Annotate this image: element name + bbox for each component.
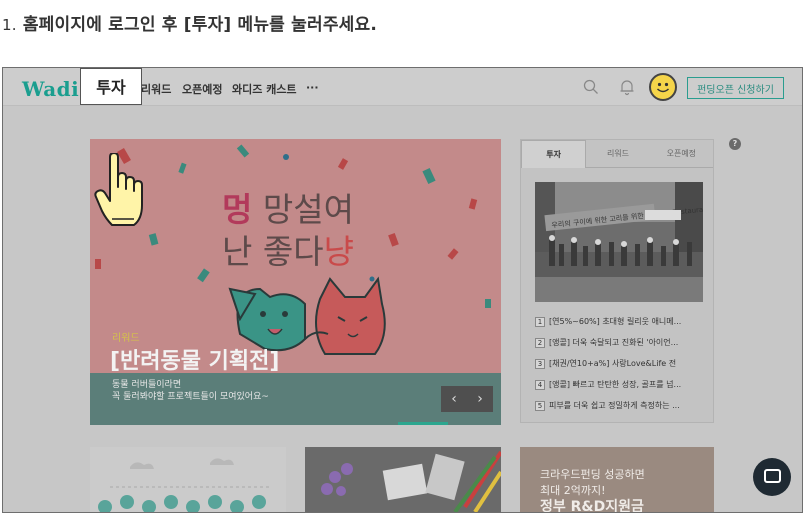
smiley-icon [656,82,670,93]
hero-title: 멍 망설여 난 좋다냥 [222,189,354,273]
hero-title-line-1: 망설여 [252,190,354,229]
nav-wadiz-cast[interactable]: 와디즈 캐스트 [232,81,297,97]
hero-desc-line-2: 꼭 둘러봐야할 프로젝트들이 모여있어요~ [112,392,269,402]
next-arrow-icon[interactable]: › [477,391,483,407]
promo-line-2: 최대 2억까지! [540,484,606,497]
nav-more[interactable]: ··· [306,81,319,94]
rank-number: 2 [535,337,545,348]
promo-card-1[interactable] [90,447,286,512]
rank-title: 피부를 더욱 쉽고 정밀하게 측정하는 ... [549,401,680,410]
rank-title: [채권/연10+a%] 사랑Love&Life 전 [549,359,677,368]
step-text: 홈페이지에 로그인 후 [투자] 메뉴를 눌러주세요. [22,15,377,35]
hero-carousel-controls: ‹ › [441,386,493,412]
tab-reward[interactable]: 리워드 [586,140,650,168]
rank-title: [앵콜] 빠르고 탄탄한 성장, 골프를 넘... [549,380,682,389]
hero-title-line-2: 난 좋다 [222,232,324,271]
hero-heading: [반려동물 기획전] [110,349,280,374]
rank-number: 1 [535,316,545,327]
avatar[interactable] [649,73,677,101]
tab-upcoming[interactable]: 오픈예정 [649,140,713,168]
pointing-hand-icon [94,153,143,226]
site-header: Wadiz 투자 리워드 오픈예정 와디즈 캐스트 ··· 펀딩오픈 신청하기 [3,68,802,106]
step-number: 1. [2,16,17,34]
prev-arrow-icon[interactable]: ‹ [451,391,457,407]
help-icon[interactable]: ? [729,138,741,150]
hero-desc-line-1: 동물 러버들이라면 [112,380,182,390]
rank-title: [앵콜] 더욱 숙달되고 진화된 '아이언... [549,338,679,347]
promo-line-1: 크라우드펀딩 성공하면 [540,468,645,481]
featured-project-photo[interactable]: 우리의 구이에 위한 고리들 위한 Korean Restaurant [535,182,703,302]
hero-banner[interactable]: 멍 망설여 난 좋다냥 리워드 [반려동물 기획전] 동물 러버들이라면 꼭 둘… [90,139,501,425]
bell-icon[interactable] [619,78,635,96]
ranking-item[interactable]: 2 [앵콜] 더욱 숙달되고 진화된 '아이언... [535,332,710,353]
ranking-item[interactable]: 3 [채권/연10+a%] 사랑Love&Life 전 [535,353,710,374]
promo-card-2[interactable] [305,447,501,512]
promo-card-3-text: 크라우드펀딩 성공하면 최대 2억까지! 정부 R&D지원금 [540,467,645,513]
nav-upcoming[interactable]: 오픈예정 [182,81,222,97]
hero-title-accent-2: 냥 [323,232,354,271]
hero-description: 동물 러버들이라면 꼭 둘러봐야할 프로젝트들이 모여있어요~ [112,379,269,403]
tab-invest[interactable]: 투자 [521,140,587,168]
craft-supplies-image [305,447,501,512]
rank-title: [연5%~60%] 초대형 릴리웃 애니메... [549,317,682,326]
ranking-item[interactable]: 4 [앵콜] 빠르고 탄탄한 성장, 골프를 넘... [535,374,710,395]
nav-invest-highlight[interactable]: 투자 [80,68,142,105]
carousel-progress-bar [398,422,448,425]
ranking-tabs: 투자 리워드 오픈예정 [521,140,713,168]
hero-title-accent-1: 멍 [222,190,253,229]
browser-screenshot: Wadiz 투자 리워드 오픈예정 와디즈 캐스트 ··· 펀딩오픈 신청하기 [2,67,803,513]
service-illustration [98,458,270,512]
apply-funding-button[interactable]: 펀딩오픈 신청하기 [687,77,784,99]
hero-category-tag: 리워드 [112,333,140,344]
rank-number: 3 [535,358,545,369]
ranking-list: 1 [연5%~60%] 초대형 릴리웃 애니메... 2 [앵콜] 더욱 숙달되고 … [535,311,710,416]
chat-icon [764,469,781,483]
ranking-item[interactable]: 5 피부를 더욱 쉽고 정밀하게 측정하는 ... [535,395,710,416]
promo-line-3: 정부 R&D지원금 [540,499,644,513]
rank-number: 5 [535,400,545,411]
ranking-panel: 투자 리워드 오픈예정 우리의 구이에 위한 고리들 위한 Korean Res… [520,139,714,423]
chat-button[interactable] [753,458,791,496]
rank-number: 4 [535,379,545,390]
nav-invest-label: 투자 [96,78,126,97]
promo-card-3[interactable]: 크라우드펀딩 성공하면 최대 2억까지! 정부 R&D지원금 [520,447,714,513]
nav-reward[interactable]: 리워드 [141,81,171,97]
step-instruction: 1. 홈페이지에 로그인 후 [투자] 메뉴를 눌러주세요. [2,10,377,35]
ranking-item[interactable]: 1 [연5%~60%] 초대형 릴리웃 애니메... [535,311,710,332]
street-scene-image: 우리의 구이에 위한 고리들 위한 Korean Restaurant [535,182,703,302]
search-icon[interactable] [583,79,599,95]
